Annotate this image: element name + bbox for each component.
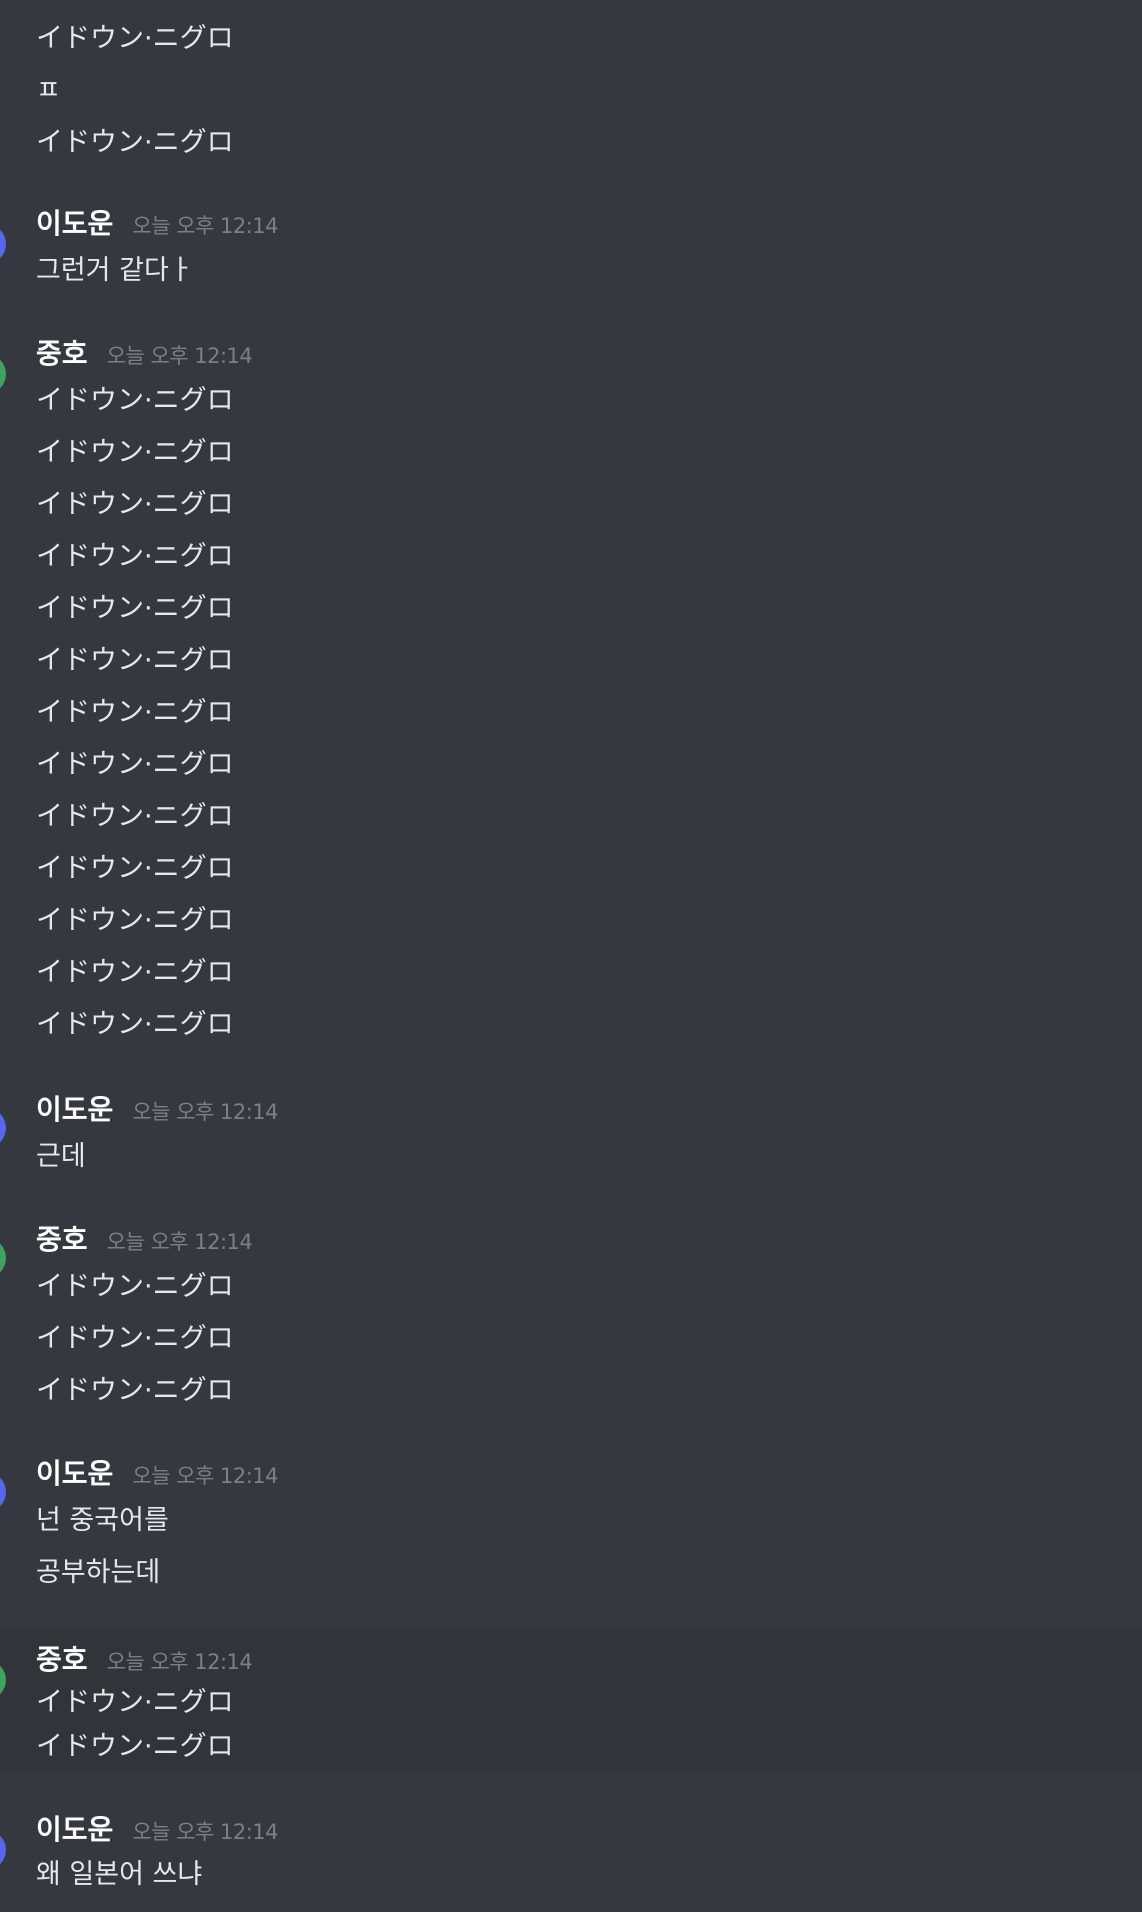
message-group: 중호 오늘 오후 12:14 イドウン·ニグロ イドウン·ニグロ イドウン·ニグ… xyxy=(0,320,1142,1055)
username[interactable]: 이도운 xyxy=(36,1452,113,1492)
message-line: イドウン·ニグロ xyxy=(36,385,234,416)
timestamp: 오늘 오후 12:14 xyxy=(106,344,253,368)
message-line: ㅍ xyxy=(36,75,61,106)
message-line: イドウン·ニグロ xyxy=(36,1731,234,1762)
message-line: イドウン·ニグロ xyxy=(36,957,234,988)
message-line: イドウン·ニグロ xyxy=(36,1375,234,1406)
message-line: 그런거 같다ㅏ xyxy=(36,255,194,286)
avatar[interactable] xyxy=(0,224,6,264)
message-header: 중호 오늘 오후 12:14 xyxy=(36,1218,253,1256)
message-header: 중호 오늘 오후 12:14 xyxy=(36,332,253,370)
username[interactable]: 중호 xyxy=(36,1638,88,1678)
timestamp: 오늘 오후 12:14 xyxy=(132,214,279,238)
message-line: イドウン·ニグロ xyxy=(36,1687,234,1718)
timestamp: 오늘 오후 12:14 xyxy=(132,1100,279,1124)
avatar[interactable] xyxy=(0,354,6,394)
message-line: イドウン·ニグロ xyxy=(36,853,234,884)
message-group: 이도운 오늘 오후 12:14 근데 xyxy=(0,1074,1142,1184)
message-line: イドウン·ニグロ xyxy=(36,541,234,572)
username[interactable]: 중호 xyxy=(36,332,88,372)
message-line: 왜 일본어 쓰냐 xyxy=(36,1859,203,1890)
timestamp: 오늘 오후 12:14 xyxy=(106,1650,253,1674)
message-header: 이도운 오늘 오후 12:14 xyxy=(36,1452,279,1490)
avatar[interactable] xyxy=(0,1660,6,1700)
message-line: イドウン·ニグロ xyxy=(36,127,234,158)
message-line: イドウン·ニグロ xyxy=(36,645,234,676)
username[interactable]: 이도운 xyxy=(36,202,113,242)
message-line: イドウン·ニグロ xyxy=(36,1323,234,1354)
message-line: イドウン·ニグロ xyxy=(36,23,234,54)
message-line: イドウン·ニグロ xyxy=(36,593,234,624)
avatar[interactable] xyxy=(0,1830,6,1870)
timestamp: 오늘 오후 12:14 xyxy=(132,1820,279,1844)
timestamp: 오늘 오후 12:14 xyxy=(106,1230,253,1254)
message-group: 이도운 오늘 오후 12:14 왜 일본어 쓰냐 xyxy=(0,1796,1142,1912)
message-line: イドウン·ニグロ xyxy=(36,437,234,468)
message-line: 공부하는데 xyxy=(36,1557,161,1588)
message-group: 중호 오늘 오후 12:14 イドウン·ニグロ イドウン·ニグロ イドウン·ニグ… xyxy=(0,1204,1142,1414)
message-line: イドウン·ニグロ xyxy=(36,697,234,728)
message-line: イドウン·ニグロ xyxy=(36,749,234,780)
message-group: 이도운 오늘 오후 12:14 넌 중국어를 공부하는데 xyxy=(0,1438,1142,1598)
message-group-hovered[interactable]: 중호 오늘 오후 12:14 イドウン·ニグロ イドウン·ニグロ xyxy=(0,1630,1142,1770)
avatar[interactable] xyxy=(0,1238,6,1278)
message-line: イドウン·ニグロ xyxy=(36,801,234,832)
username[interactable]: 이도운 xyxy=(36,1808,113,1848)
message-header: 이도운 오늘 오후 12:14 xyxy=(36,1808,279,1846)
message-header: 이도운 오늘 오후 12:14 xyxy=(36,202,279,240)
username[interactable]: 이도운 xyxy=(36,1088,113,1128)
message-group: 이도운 오늘 오후 12:14 그런거 같다ㅏ xyxy=(0,190,1142,300)
avatar[interactable] xyxy=(0,1108,6,1148)
message-line: イドウン·ニグロ xyxy=(36,489,234,520)
message-line: 넌 중국어를 xyxy=(36,1505,169,1536)
message-line: 근데 xyxy=(36,1141,86,1172)
message-group-continuation: イドウン·ニグロ ㅍ イドウン·ニグロ xyxy=(0,0,1142,160)
message-line: イドウン·ニグロ xyxy=(36,1271,234,1302)
message-header: 이도운 오늘 오후 12:14 xyxy=(36,1088,279,1126)
message-header: 중호 오늘 오후 12:14 xyxy=(36,1638,253,1676)
message-line: イドウン·ニグロ xyxy=(36,905,234,936)
message-line: イドウン·ニグロ xyxy=(36,1009,234,1040)
chat-message-list[interactable]: イドウン·ニグロ ㅍ イドウン·ニグロ 이도운 오늘 오후 12:14 그런거 … xyxy=(0,0,1142,1912)
username[interactable]: 중호 xyxy=(36,1218,88,1258)
avatar[interactable] xyxy=(0,1472,6,1512)
timestamp: 오늘 오후 12:14 xyxy=(132,1464,279,1488)
